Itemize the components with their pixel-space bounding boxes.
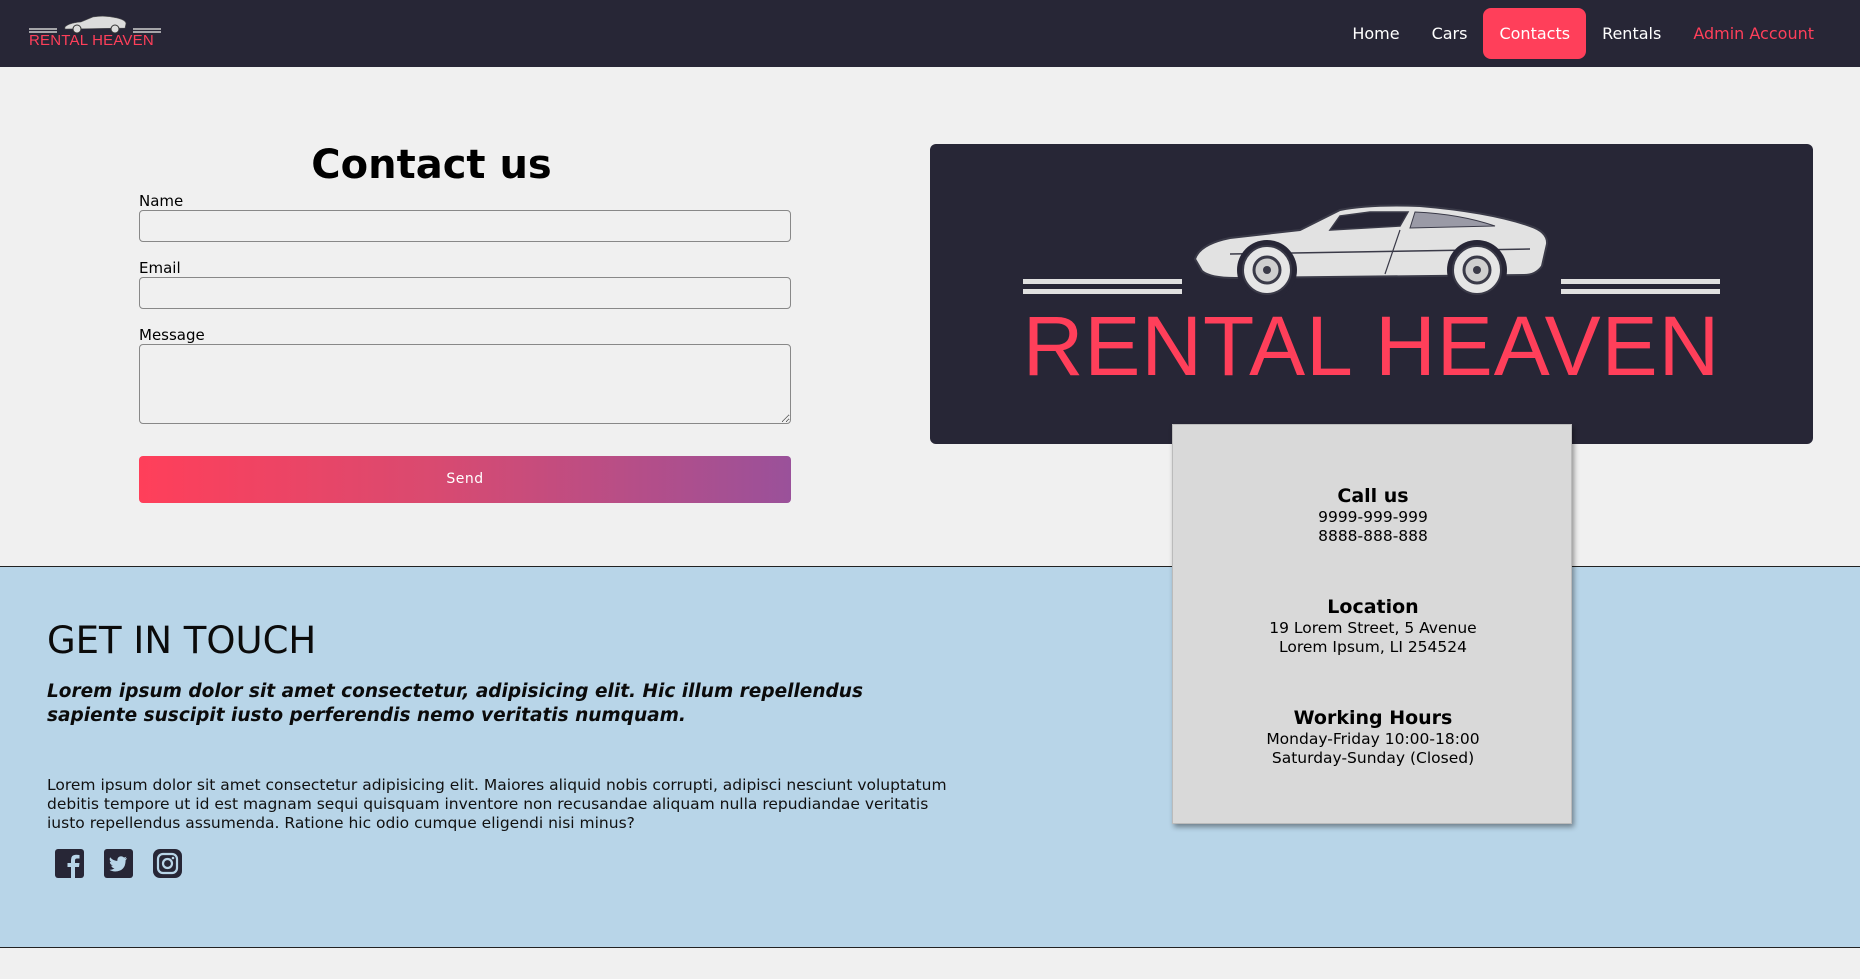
brand-logo-text: RENTAL HEAVEN bbox=[29, 32, 154, 49]
address-line: Lorem Ipsum, LI 254524 bbox=[1278, 638, 1467, 656]
message-label: Message bbox=[139, 326, 205, 344]
facebook-icon[interactable] bbox=[55, 849, 84, 878]
phone-number: 9999-999-999 bbox=[1318, 508, 1428, 526]
phone-number: 8888-888-888 bbox=[1318, 527, 1428, 545]
name-input[interactable] bbox=[139, 210, 791, 242]
nav-home[interactable]: Home bbox=[1336, 8, 1415, 59]
address-line: 19 Lorem Street, 5 Avenue bbox=[1269, 619, 1477, 637]
footer-title: GET IN TOUCH bbox=[47, 619, 317, 662]
brand-logo[interactable]: RENTAL HEAVEN bbox=[29, 14, 161, 54]
nav-links: Home Cars Contacts Rentals Admin Account bbox=[1336, 8, 1830, 59]
call-us-heading: Call us bbox=[1337, 485, 1409, 507]
nav-cars[interactable]: Cars bbox=[1416, 8, 1484, 59]
working-hours-heading: Working Hours bbox=[1293, 707, 1453, 729]
footer-body: Lorem ipsum dolor sit amet consectetur a… bbox=[47, 776, 947, 832]
footer: GET IN TOUCH Lorem ipsum dolor sit amet … bbox=[0, 566, 1860, 948]
send-button[interactable]: Send bbox=[139, 456, 791, 503]
hours-line: Monday-Friday 10:00-18:00 bbox=[1266, 730, 1480, 748]
call-us-block: Call us 9999-999-999 8888-888-888 bbox=[1173, 484, 1573, 546]
contact-info-card: Call us 9999-999-999 8888-888-888 Locati… bbox=[1172, 424, 1572, 824]
message-textarea[interactable] bbox=[139, 344, 791, 424]
footer-lead: Lorem ipsum dolor sit amet consectetur, … bbox=[47, 681, 863, 726]
nav-admin-account[interactable]: Admin Account bbox=[1677, 8, 1830, 59]
location-heading: Location bbox=[1327, 596, 1419, 618]
twitter-icon[interactable] bbox=[104, 849, 133, 878]
navbar: RENTAL HEAVEN Home Cars Contacts Rentals… bbox=[0, 0, 1860, 67]
instagram-icon[interactable] bbox=[153, 849, 182, 878]
email-label: Email bbox=[139, 259, 181, 277]
hours-line: Saturday-Sunday (Closed) bbox=[1271, 749, 1475, 767]
name-label: Name bbox=[139, 192, 184, 210]
contact-title: Contact us bbox=[311, 142, 552, 188]
sports-car-icon bbox=[1023, 204, 1720, 300]
email-input[interactable] bbox=[139, 277, 791, 309]
brand-banner: RENTAL HEAVEN bbox=[930, 144, 1813, 444]
social-links bbox=[55, 849, 182, 878]
nav-contacts[interactable]: Contacts bbox=[1483, 8, 1587, 59]
working-hours-block: Working Hours Monday-Friday 10:00-18:00 … bbox=[1173, 706, 1573, 768]
brand-banner-title: RENTAL HEAVEN bbox=[1022, 299, 1721, 393]
nav-rentals[interactable]: Rentals bbox=[1586, 8, 1677, 59]
location-block: Location 19 Lorem Street, 5 Avenue Lorem… bbox=[1173, 595, 1573, 657]
